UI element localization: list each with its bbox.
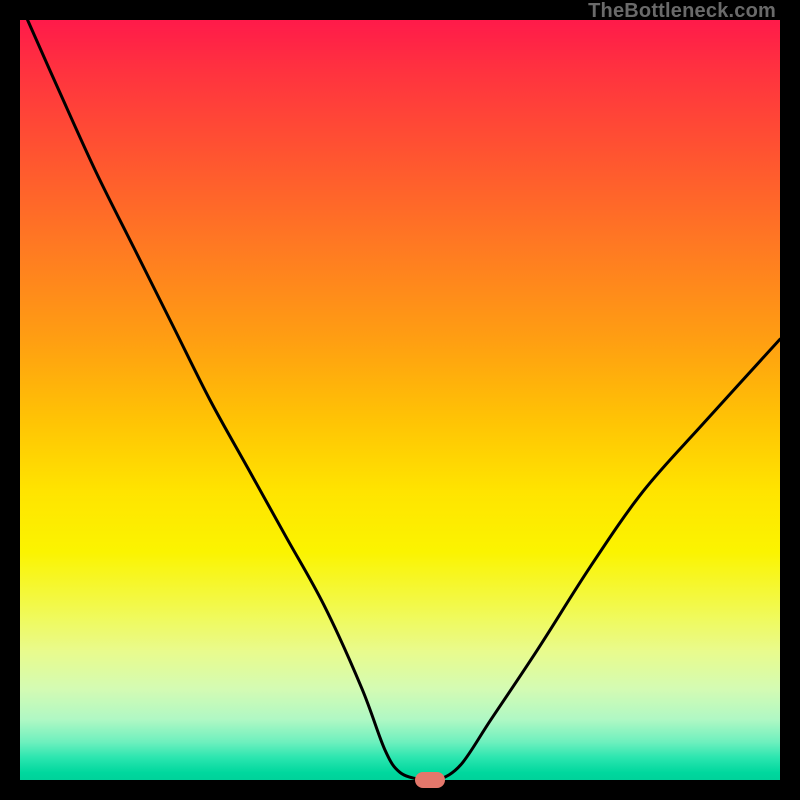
bottleneck-curve-path (28, 20, 780, 780)
plot-area (20, 20, 780, 780)
watermark-text: TheBottleneck.com (588, 0, 776, 23)
chart-frame: TheBottleneck.com (0, 0, 800, 800)
curve-svg (20, 20, 780, 780)
optimal-marker (415, 772, 445, 788)
